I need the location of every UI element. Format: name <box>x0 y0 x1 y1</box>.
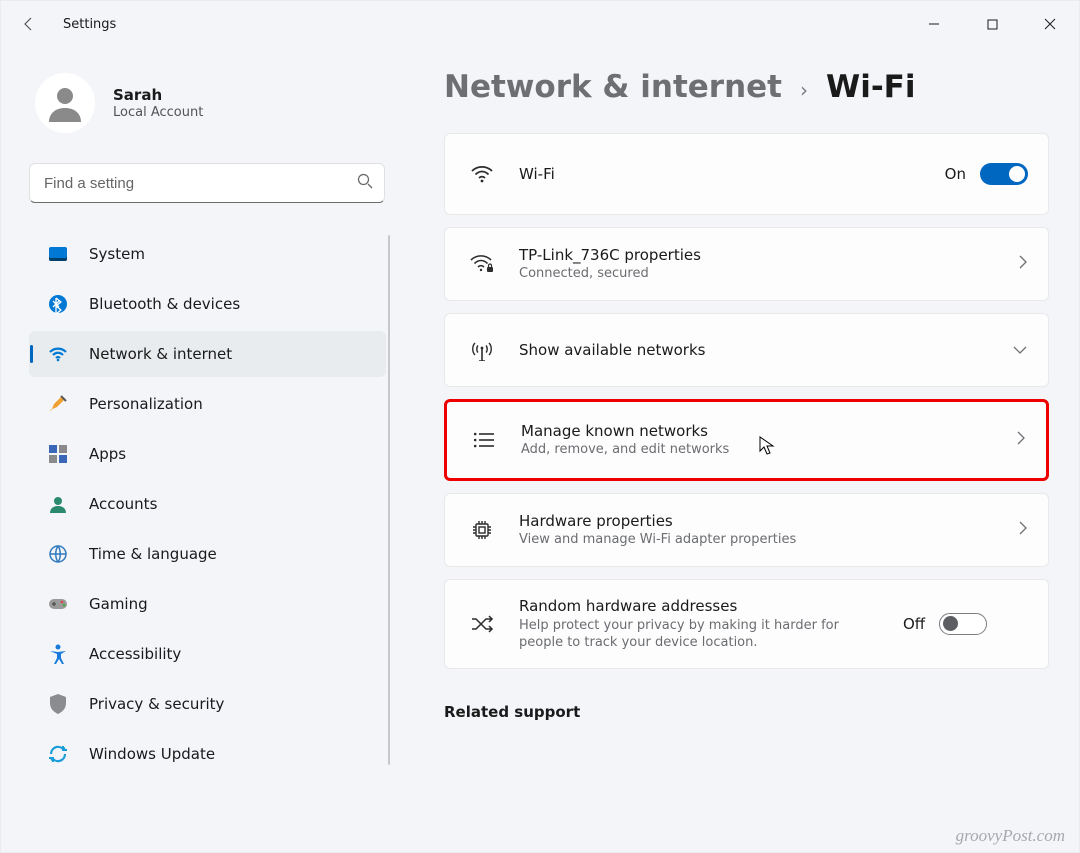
globe-clock-icon <box>47 543 69 565</box>
titlebar: Settings <box>1 1 1079 47</box>
card-label: Show available networks <box>519 340 988 360</box>
close-icon <box>1044 18 1056 30</box>
card-manage-known-networks[interactable]: Manage known networks Add, remove, and e… <box>444 399 1049 481</box>
sidebar: Sarah Local Account System <box>1 47 396 852</box>
brush-icon <box>47 393 69 415</box>
window-title: Settings <box>63 17 116 32</box>
shuffle-icon <box>469 614 495 634</box>
sidebar-item-label: Windows Update <box>89 745 215 763</box>
sidebar-item-system[interactable]: System <box>29 231 386 277</box>
watermark: groovyPost.com <box>956 826 1065 846</box>
wifi-icon <box>47 343 69 365</box>
wifi-secured-icon <box>469 254 495 274</box>
antenna-icon <box>469 339 495 361</box>
arrow-left-icon <box>21 16 37 32</box>
sidebar-item-label: Network & internet <box>89 345 232 363</box>
toggle-state-text: On <box>945 165 966 183</box>
search-input[interactable] <box>29 163 385 203</box>
sidebar-item-time-language[interactable]: Time & language <box>29 531 386 577</box>
card-sub: Help protect your privacy by making it h… <box>519 617 879 652</box>
card-wifi-toggle[interactable]: Wi-Fi On <box>444 133 1049 215</box>
card-label: Wi-Fi <box>519 164 921 184</box>
card-label: Manage known networks <box>521 421 992 441</box>
card-random-hw-addresses[interactable]: Random hardware addresses Help protect y… <box>444 579 1049 669</box>
sidebar-item-accounts[interactable]: Accounts <box>29 481 386 527</box>
profile-subtitle: Local Account <box>113 105 203 120</box>
chevron-down-icon <box>1012 341 1028 359</box>
sidebar-item-label: Gaming <box>89 595 148 613</box>
breadcrumb: Network & internet › Wi-Fi <box>444 69 1049 105</box>
sidebar-item-label: Privacy & security <box>89 695 224 713</box>
scrollbar[interactable] <box>388 235 390 765</box>
card-sub: View and manage Wi-Fi adapter properties <box>519 531 994 549</box>
minimize-icon <box>928 18 940 30</box>
card-connection-properties[interactable]: TP-Link_736C properties Connected, secur… <box>444 227 1049 301</box>
sidebar-item-label: Apps <box>89 445 126 463</box>
breadcrumb-parent[interactable]: Network & internet <box>444 69 782 105</box>
settings-window: Settings Sarah Local Account <box>0 0 1080 853</box>
profile-text: Sarah Local Account <box>113 86 203 120</box>
person-icon <box>42 80 88 126</box>
sidebar-item-apps[interactable]: Apps <box>29 431 386 477</box>
gamepad-icon <box>47 593 69 615</box>
sidebar-item-network[interactable]: Network & internet <box>29 331 386 377</box>
sidebar-item-label: Accessibility <box>89 645 181 663</box>
card-label: Random hardware addresses <box>519 596 879 616</box>
maximize-icon <box>987 19 998 30</box>
apps-icon <box>47 443 69 465</box>
profile[interactable]: Sarah Local Account <box>29 73 388 133</box>
sidebar-item-bluetooth[interactable]: Bluetooth & devices <box>29 281 386 327</box>
profile-name: Sarah <box>113 86 203 105</box>
main: Network & internet › Wi-Fi Wi-Fi On <box>396 47 1079 852</box>
sidebar-item-label: Bluetooth & devices <box>89 295 240 313</box>
wifi-icon <box>469 165 495 183</box>
back-button[interactable] <box>15 10 43 38</box>
chevron-right-icon <box>1016 430 1026 450</box>
nav: System Bluetooth & devices Network & int… <box>29 231 388 777</box>
minimize-button[interactable] <box>905 4 963 44</box>
card-hardware-properties[interactable]: Hardware properties View and manage Wi-F… <box>444 493 1049 567</box>
toggle-state-text: Off <box>903 615 925 633</box>
system-icon <box>47 243 69 265</box>
sidebar-item-gaming[interactable]: Gaming <box>29 581 386 627</box>
card-show-available-networks[interactable]: Show available networks <box>444 313 1049 387</box>
avatar <box>35 73 95 133</box>
settings-cards: Wi-Fi On TP-Link_736C properties Connect… <box>444 133 1049 669</box>
sidebar-item-personalization[interactable]: Personalization <box>29 381 386 427</box>
sidebar-item-label: Time & language <box>89 545 217 563</box>
sidebar-item-label: Accounts <box>89 495 157 513</box>
window-controls <box>905 4 1079 44</box>
wifi-toggle[interactable] <box>980 163 1028 185</box>
chevron-right-icon <box>1018 254 1028 274</box>
card-sub: Add, remove, and edit networks <box>521 441 992 459</box>
update-icon <box>47 743 69 765</box>
shield-icon <box>47 693 69 715</box>
person-icon <box>47 493 69 515</box>
chevron-right-icon: › <box>800 78 808 102</box>
card-label: Hardware properties <box>519 511 994 531</box>
section-related-support: Related support <box>444 703 1049 721</box>
card-sub: Connected, secured <box>519 265 994 283</box>
maximize-button[interactable] <box>963 4 1021 44</box>
breadcrumb-current: Wi-Fi <box>826 69 916 105</box>
close-button[interactable] <box>1021 4 1079 44</box>
sidebar-item-windows-update[interactable]: Windows Update <box>29 731 386 777</box>
random-hw-toggle[interactable] <box>939 613 987 635</box>
search-wrap <box>29 163 385 203</box>
sidebar-item-label: System <box>89 245 145 263</box>
chip-icon <box>469 519 495 541</box>
bluetooth-icon <box>47 293 69 315</box>
sidebar-item-privacy[interactable]: Privacy & security <box>29 681 386 727</box>
search-icon <box>357 173 373 193</box>
sidebar-item-label: Personalization <box>89 395 203 413</box>
sidebar-item-accessibility[interactable]: Accessibility <box>29 631 386 677</box>
accessibility-icon <box>47 643 69 665</box>
chevron-right-icon <box>1018 520 1028 540</box>
card-label: TP-Link_736C properties <box>519 245 994 265</box>
list-icon <box>471 431 497 449</box>
